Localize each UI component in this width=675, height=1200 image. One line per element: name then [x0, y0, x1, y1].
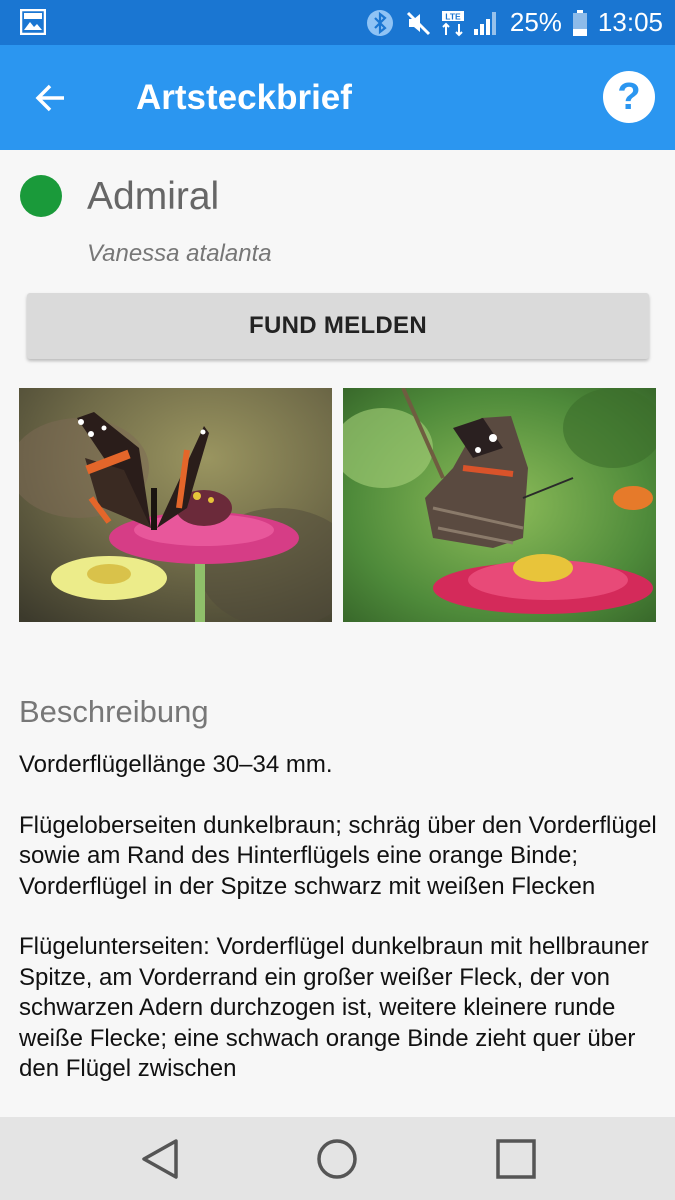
home-circle-icon — [317, 1139, 357, 1179]
nav-recents-button[interactable] — [490, 1133, 542, 1185]
description-container: Vorderflügellänge 30–34 mm. Flügeloberse… — [0, 0, 675, 1092]
description-text: Vorderflügellänge 30–34 mm. Flügeloberse… — [19, 750, 659, 1092]
navigation-bar — [0, 1117, 675, 1200]
description-paragraph: Flügelunterseiten: Vorderflügel dunkelbr… — [19, 933, 649, 1082]
nav-back-button[interactable] — [134, 1133, 186, 1185]
description-paragraph: Flügeloberseiten dunkelbraun; schräg übe… — [19, 811, 657, 900]
description-paragraph: Vorderflügellänge 30–34 mm. — [19, 751, 333, 778]
nav-home-button[interactable] — [311, 1133, 363, 1185]
back-triangle-icon — [142, 1139, 178, 1179]
recents-square-icon — [496, 1139, 536, 1179]
